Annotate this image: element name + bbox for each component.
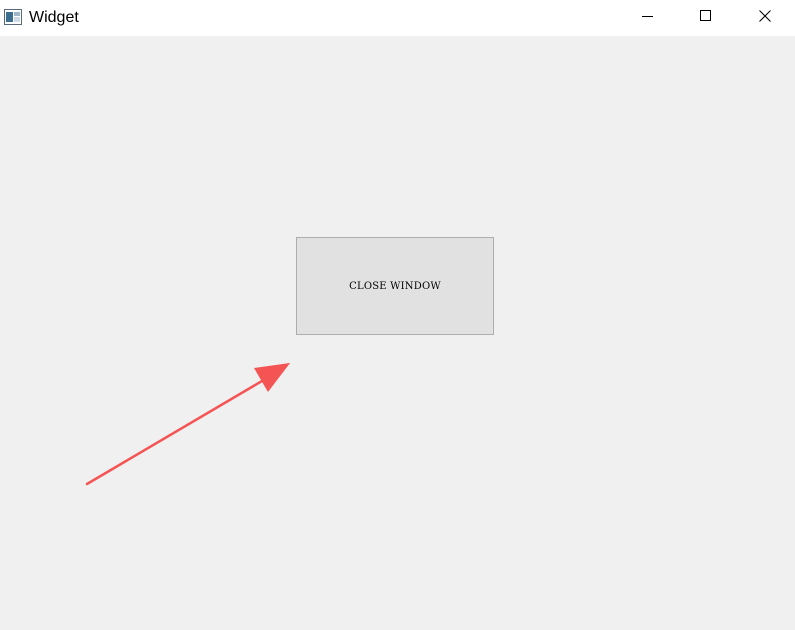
- close-window-button[interactable]: CLOSE WINDOW: [296, 237, 494, 335]
- window-app-icon: [4, 9, 22, 25]
- maximize-icon: [700, 9, 712, 27]
- close-button[interactable]: [736, 0, 794, 36]
- minimize-icon: [642, 9, 654, 27]
- window-client-area: CLOSE WINDOW: [0, 36, 795, 630]
- maximize-button[interactable]: [677, 0, 735, 36]
- title-bar[interactable]: Widget: [0, 0, 795, 36]
- window-title: Widget: [29, 9, 79, 26]
- application-window: Widget CLOSE WINDOW: [0, 0, 795, 630]
- minimize-button[interactable]: [619, 0, 677, 36]
- close-icon: [759, 9, 771, 27]
- close-window-button-label: CLOSE WINDOW: [349, 280, 441, 292]
